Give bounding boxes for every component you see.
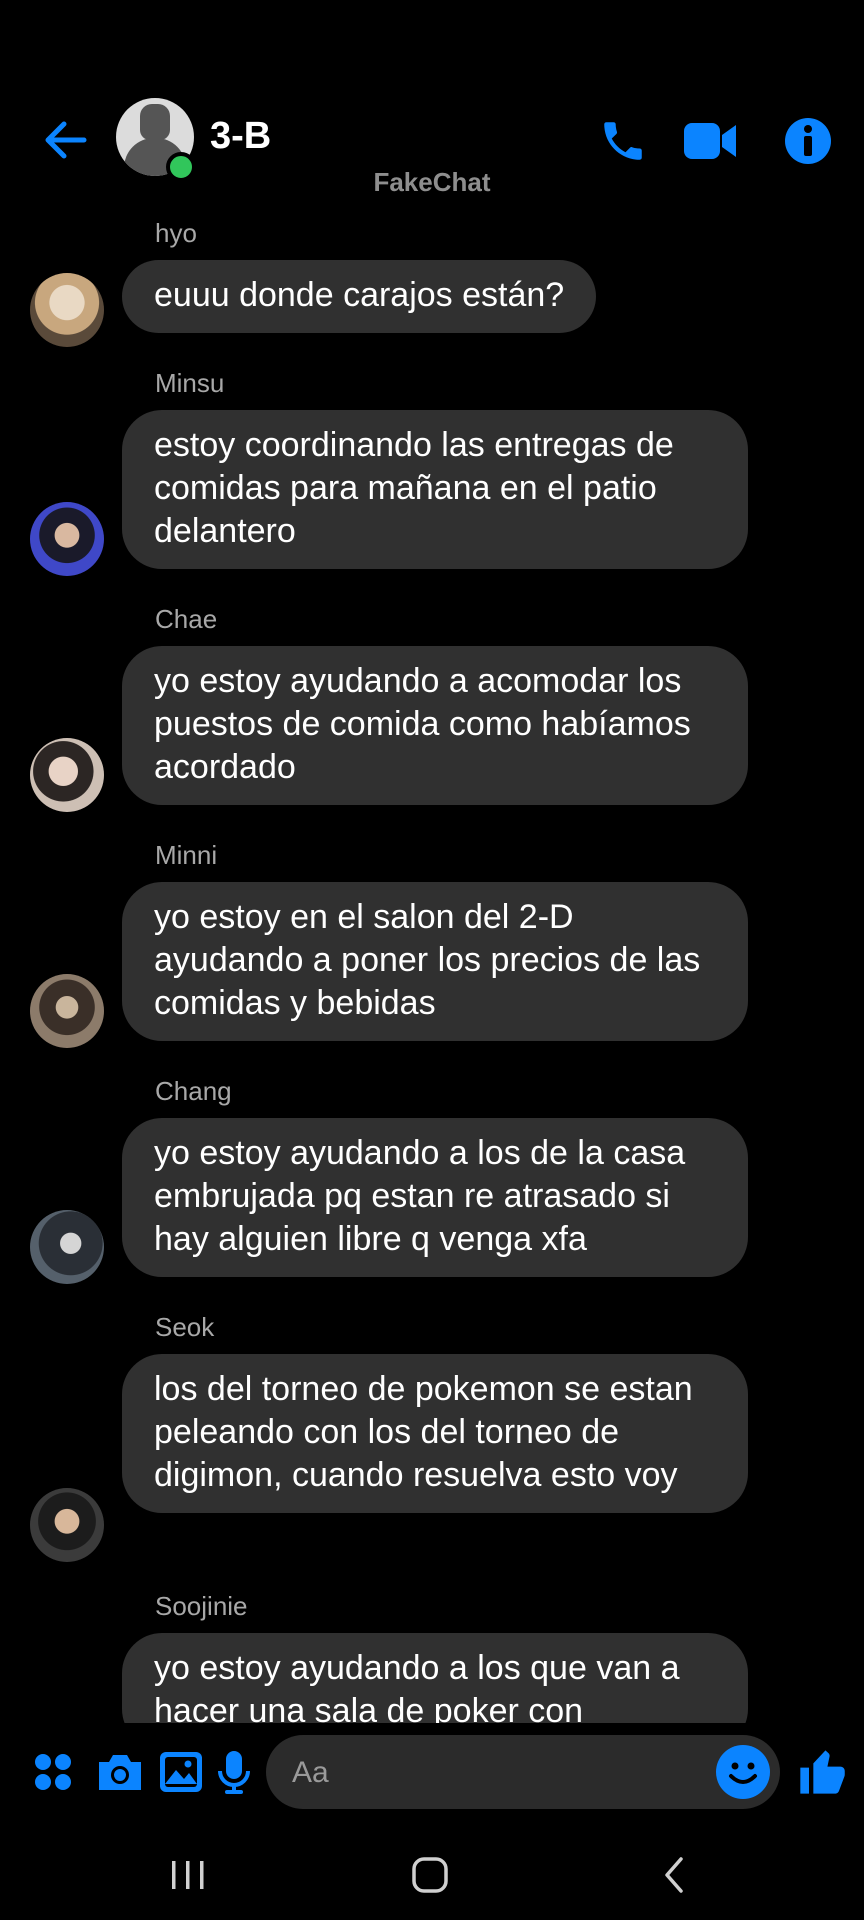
emoji-icon bbox=[729, 1762, 757, 1784]
apps-grid-icon bbox=[35, 1754, 71, 1790]
video-call-button[interactable] bbox=[682, 113, 738, 169]
emoji-button[interactable] bbox=[716, 1745, 770, 1799]
message-composer bbox=[266, 1735, 780, 1811]
sender-name: Soojinie bbox=[155, 1591, 248, 1621]
avatar[interactable] bbox=[30, 974, 104, 1048]
message-list[interactable]: hyo euuu donde carajos están? Minsu esto… bbox=[0, 210, 864, 1723]
sender-name: Chae bbox=[155, 604, 218, 634]
video-camera-icon bbox=[684, 123, 736, 159]
message-bubble[interactable]: yo estoy ayudando a los que van a hacer … bbox=[122, 1633, 748, 1723]
message-bubble[interactable]: euuu donde carajos están? bbox=[122, 260, 597, 333]
message-input[interactable] bbox=[290, 1735, 694, 1811]
avatar[interactable] bbox=[30, 502, 104, 576]
gallery-button[interactable] bbox=[153, 1744, 209, 1800]
sender-name: Minsu bbox=[155, 368, 225, 398]
message-bubble[interactable]: yo estoy ayudando a acomodar los puestos… bbox=[122, 646, 748, 805]
call-button[interactable] bbox=[595, 113, 651, 169]
microphone-icon bbox=[218, 1751, 250, 1794]
composer-bar bbox=[0, 1730, 864, 1818]
watermark-label: FakeChat bbox=[373, 167, 491, 197]
home-icon bbox=[412, 1857, 448, 1893]
recent-apps-button[interactable] bbox=[158, 1850, 218, 1900]
avatar[interactable] bbox=[30, 1210, 104, 1284]
back-icon bbox=[665, 1857, 683, 1893]
like-button[interactable] bbox=[794, 1744, 850, 1800]
back-button[interactable] bbox=[40, 115, 90, 165]
system-navbar bbox=[0, 1830, 864, 1920]
info-button[interactable] bbox=[780, 113, 836, 169]
back-arrow-icon bbox=[45, 121, 87, 159]
nav-back-button[interactable] bbox=[644, 1850, 704, 1900]
message-bubble[interactable]: los del torneo de pokemon se estan pelea… bbox=[122, 1354, 748, 1513]
sender-name: hyo bbox=[155, 218, 197, 248]
message-bubble[interactable]: yo estoy en el salon del 2-D ayudando a … bbox=[122, 882, 748, 1041]
phone-icon bbox=[604, 122, 642, 160]
apps-button[interactable] bbox=[25, 1744, 81, 1800]
sender-name: Seok bbox=[155, 1312, 215, 1342]
avatar[interactable] bbox=[30, 1488, 104, 1562]
chat-title[interactable]: 3-B bbox=[210, 115, 271, 158]
home-button[interactable] bbox=[400, 1850, 460, 1900]
message-bubble[interactable]: estoy coordinando las entregas de comida… bbox=[122, 410, 748, 569]
voice-button[interactable] bbox=[206, 1744, 262, 1800]
sender-name: Minni bbox=[155, 840, 218, 870]
message-bubble[interactable]: yo estoy ayudando a los de la casa embru… bbox=[122, 1118, 748, 1277]
avatar[interactable] bbox=[30, 738, 104, 812]
sender-name: Chang bbox=[155, 1076, 232, 1106]
thumbs-up-icon bbox=[800, 1750, 845, 1794]
camera-button[interactable] bbox=[92, 1744, 148, 1800]
info-icon bbox=[785, 118, 831, 164]
camera-icon bbox=[99, 1755, 141, 1790]
avatar[interactable] bbox=[30, 273, 104, 347]
gallery-icon bbox=[160, 1752, 202, 1792]
recent-apps-icon bbox=[172, 1861, 204, 1889]
